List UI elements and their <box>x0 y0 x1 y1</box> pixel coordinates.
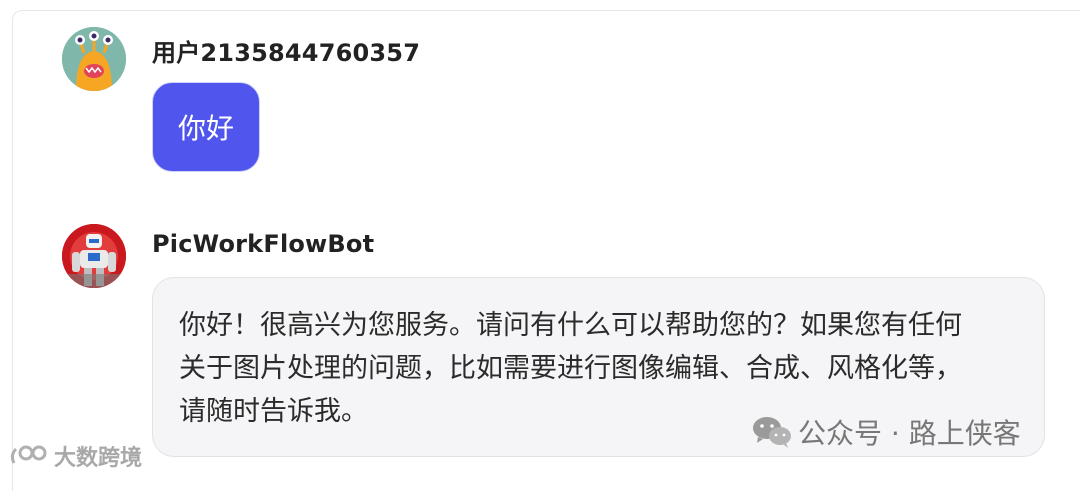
brand-watermark: 大数跨境 <box>8 440 142 472</box>
brand-logo-icon <box>10 445 47 464</box>
bot-avatar[interactable] <box>62 224 126 288</box>
robot-avatar-icon <box>62 224 126 288</box>
bot-message-line: 关于图片处理的问题，比如需要进行图像编辑、合成、风格化等， <box>179 353 962 384</box>
user-message-bubble: 你好 <box>152 82 260 172</box>
wechat-watermark: 公众号 · 路上侠客 <box>752 412 1021 452</box>
user-name: 用户2135844760357 <box>152 39 421 67</box>
user-avatar[interactable] <box>62 27 126 91</box>
bot-name: PicWorkFlowBot <box>152 230 375 258</box>
user-message-text: 你好 <box>177 112 234 145</box>
wechat-watermark-text: 公众号 · 路上侠客 <box>798 417 1021 450</box>
bot-message-line: 你好！很高兴为您服务。请问有什么可以帮助您的？如果您有任何 <box>179 310 962 341</box>
monster-avatar-icon <box>62 27 126 91</box>
wechat-icon <box>753 417 791 448</box>
brand-watermark-text: 大数跨境 <box>54 446 143 471</box>
